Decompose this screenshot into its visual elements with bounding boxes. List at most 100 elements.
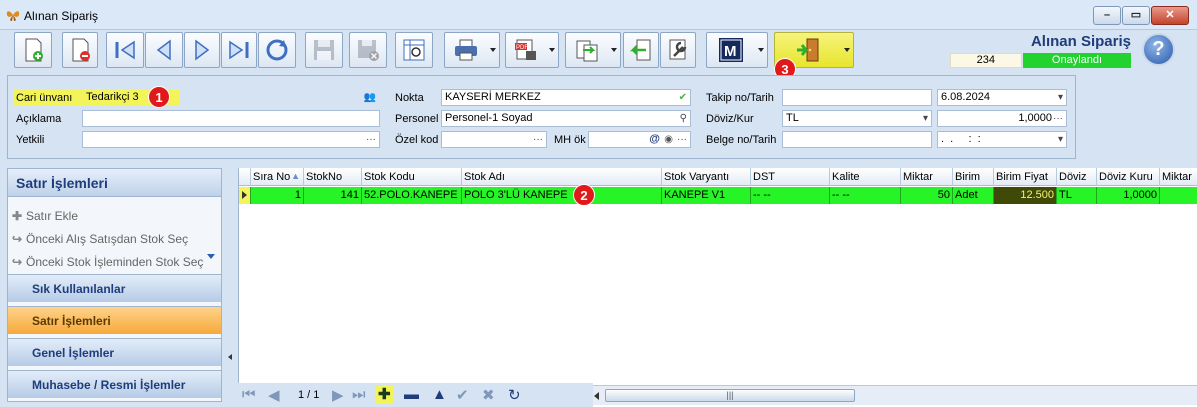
refresh-icon[interactable]: ↻ <box>508 386 521 404</box>
preview-icon <box>403 39 425 61</box>
cell-kalite[interactable]: -- -- <box>830 187 901 204</box>
scroll-left-icon[interactable] <box>594 392 599 400</box>
cell-miktar[interactable]: 50 <box>901 187 953 204</box>
m-button[interactable]: M <box>706 32 768 68</box>
takip-date-field[interactable]: 6.08.2024 ▾ <box>937 89 1067 106</box>
ozel-kod-field[interactable]: ··· <box>441 131 547 148</box>
scroll-down-icon[interactable] <box>207 254 215 259</box>
refresh-button[interactable] <box>258 32 296 68</box>
cari-unvani-value: Tedarikçi 3 <box>86 91 139 103</box>
delete-document-button[interactable] <box>62 32 98 68</box>
move-up-icon[interactable]: ▲ <box>432 386 447 403</box>
eye-icon[interactable]: ◉ <box>664 132 673 147</box>
column-header[interactable]: Miktar <box>1160 168 1197 186</box>
import-button[interactable] <box>623 32 659 68</box>
previous-record-button[interactable] <box>145 32 183 68</box>
cell-stok-no[interactable]: 141 <box>304 187 362 204</box>
column-header[interactable]: Birim Fiyat <box>994 168 1057 186</box>
cell-doviz[interactable]: TL <box>1057 187 1097 204</box>
tab-sik-kullanilanlar[interactable]: Sık Kullanılanlar <box>8 274 221 302</box>
print-button[interactable] <box>444 32 500 68</box>
tab-genel-islemler[interactable]: Genel İşlemler <box>8 338 221 366</box>
wrench-icon <box>669 39 687 60</box>
ellipsis-button[interactable]: ··· <box>677 132 687 147</box>
mh-ok-field[interactable]: @ ◉ ··· <box>588 131 691 148</box>
last-record-icon[interactable]: ⏭ <box>352 386 366 403</box>
column-header[interactable]: Miktar <box>901 168 953 186</box>
scroll-thumb[interactable]: ||| <box>605 389 855 402</box>
cell-sira-no[interactable]: 1 <box>251 187 304 204</box>
ellipsis-button[interactable]: ··· <box>1053 111 1063 126</box>
user-search-icon[interactable]: ⚲ <box>680 111 687 126</box>
cancel-icon[interactable]: ✖ <box>482 386 495 404</box>
ellipsis-button[interactable]: ··· <box>366 132 376 147</box>
chevron-down-icon[interactable]: ▾ <box>923 111 928 126</box>
new-document-button[interactable] <box>14 32 52 68</box>
tools-button[interactable] <box>660 32 696 68</box>
next-record-button[interactable] <box>184 32 220 68</box>
takip-no-field[interactable] <box>782 89 932 106</box>
table-row[interactable]: 1 141 52.POLO.KANEPE POLO 3'LÜ KANEPE KA… <box>239 187 1197 204</box>
first-record-icon[interactable]: ⏮ <box>242 386 256 403</box>
belge-date-field[interactable]: . . : : ▾ <box>937 131 1067 148</box>
cell-birim-fiyat[interactable]: 12.500 <box>994 187 1057 204</box>
column-header[interactable]: StokNo <box>304 168 362 186</box>
yetkili-field[interactable]: ··· <box>82 131 380 148</box>
people-icon[interactable]: 👥 <box>364 90 376 105</box>
column-header[interactable]: Stok Adı <box>462 168 662 186</box>
cell-stok-adi[interactable]: POLO 3'LÜ KANEPE <box>462 187 662 204</box>
cari-unvani-field[interactable]: Tedarikçi 3 👥 <box>82 89 380 106</box>
export-pdf-button[interactable]: PDF <box>505 32 559 68</box>
takip-no-label: Takip no/Tarih <box>706 92 774 104</box>
satir-ekle-item[interactable]: ✚ Satır Ekle <box>12 209 78 223</box>
transfer-button[interactable] <box>565 32 621 68</box>
cell-miktar-2[interactable] <box>1160 187 1197 204</box>
kur-field[interactable]: 1,0000 ··· <box>937 110 1067 127</box>
panel-splitter[interactable] <box>225 168 235 402</box>
cell-doviz-kuru[interactable]: 1,0000 <box>1097 187 1160 204</box>
confirm-icon[interactable]: ✔ <box>456 386 469 404</box>
column-header[interactable]: DST <box>751 168 830 186</box>
save-button[interactable] <box>305 32 343 68</box>
doviz-select[interactable]: TL ▾ <box>782 110 932 127</box>
belge-no-field[interactable] <box>782 131 932 148</box>
maximize-button[interactable]: ▭ <box>1122 6 1150 25</box>
printer-icon <box>455 39 477 61</box>
column-header[interactable]: Döviz Kuru <box>1097 168 1160 186</box>
last-record-button[interactable] <box>221 32 257 68</box>
preview-button[interactable] <box>395 32 433 68</box>
add-row-icon[interactable]: ✚ <box>376 385 393 403</box>
ellipsis-button[interactable]: ··· <box>533 132 543 147</box>
column-header[interactable]: Birim <box>953 168 994 186</box>
tab-muhasebe-resmi[interactable]: Muhasebe / Resmi İşlemler <box>8 370 221 398</box>
cell-stok-kodu[interactable]: 52.POLO.KANEPE <box>362 187 462 204</box>
minimize-button[interactable]: – <box>1093 6 1121 25</box>
column-header[interactable]: Döviz <box>1057 168 1097 186</box>
previous-record-icon[interactable]: ◀ <box>268 386 280 404</box>
at-icon[interactable]: @ <box>649 132 660 147</box>
next-record-icon[interactable]: ▶ <box>332 386 344 404</box>
chevron-down-icon <box>611 48 617 52</box>
cell-birim[interactable]: Adet <box>953 187 994 204</box>
chevron-down-icon[interactable]: ▾ <box>1058 132 1063 147</box>
cell-dst[interactable]: -- -- <box>751 187 830 204</box>
column-header[interactable]: Sıra No ▲ <box>251 168 304 186</box>
help-button[interactable]: ? <box>1142 33 1175 66</box>
remove-row-icon[interactable]: ▬ <box>404 386 419 403</box>
column-header[interactable]: Kalite <box>830 168 901 186</box>
first-record-button[interactable] <box>106 32 144 68</box>
personel-field[interactable]: Personel-1 Soyad ⚲ <box>441 110 691 127</box>
tab-satir-islemleri[interactable]: Satır İşlemleri <box>8 306 221 334</box>
check-icon[interactable]: ✔ <box>679 90 687 105</box>
cell-stok-varyanti[interactable]: KANEPE V1 <box>662 187 751 204</box>
column-header[interactable]: Stok Varyantı <box>662 168 751 186</box>
nokta-field[interactable]: KAYSERİ MERKEZ ✔ <box>441 89 691 106</box>
aciklama-field[interactable] <box>82 110 380 127</box>
chevron-down-icon[interactable]: ▾ <box>1058 90 1063 105</box>
onceki-stok-islem-item[interactable]: ↪ Önceki Stok İşleminden Stok Seç <box>12 255 203 269</box>
column-header[interactable]: Stok Kodu <box>362 168 462 186</box>
onceki-alis-satis-item[interactable]: ↪ Önceki Alış Satışdan Stok Seç <box>12 232 188 246</box>
save-close-button[interactable] <box>349 32 387 68</box>
close-button[interactable]: ✕ <box>1151 6 1189 25</box>
horizontal-scrollbar[interactable]: ||| <box>593 385 1197 405</box>
